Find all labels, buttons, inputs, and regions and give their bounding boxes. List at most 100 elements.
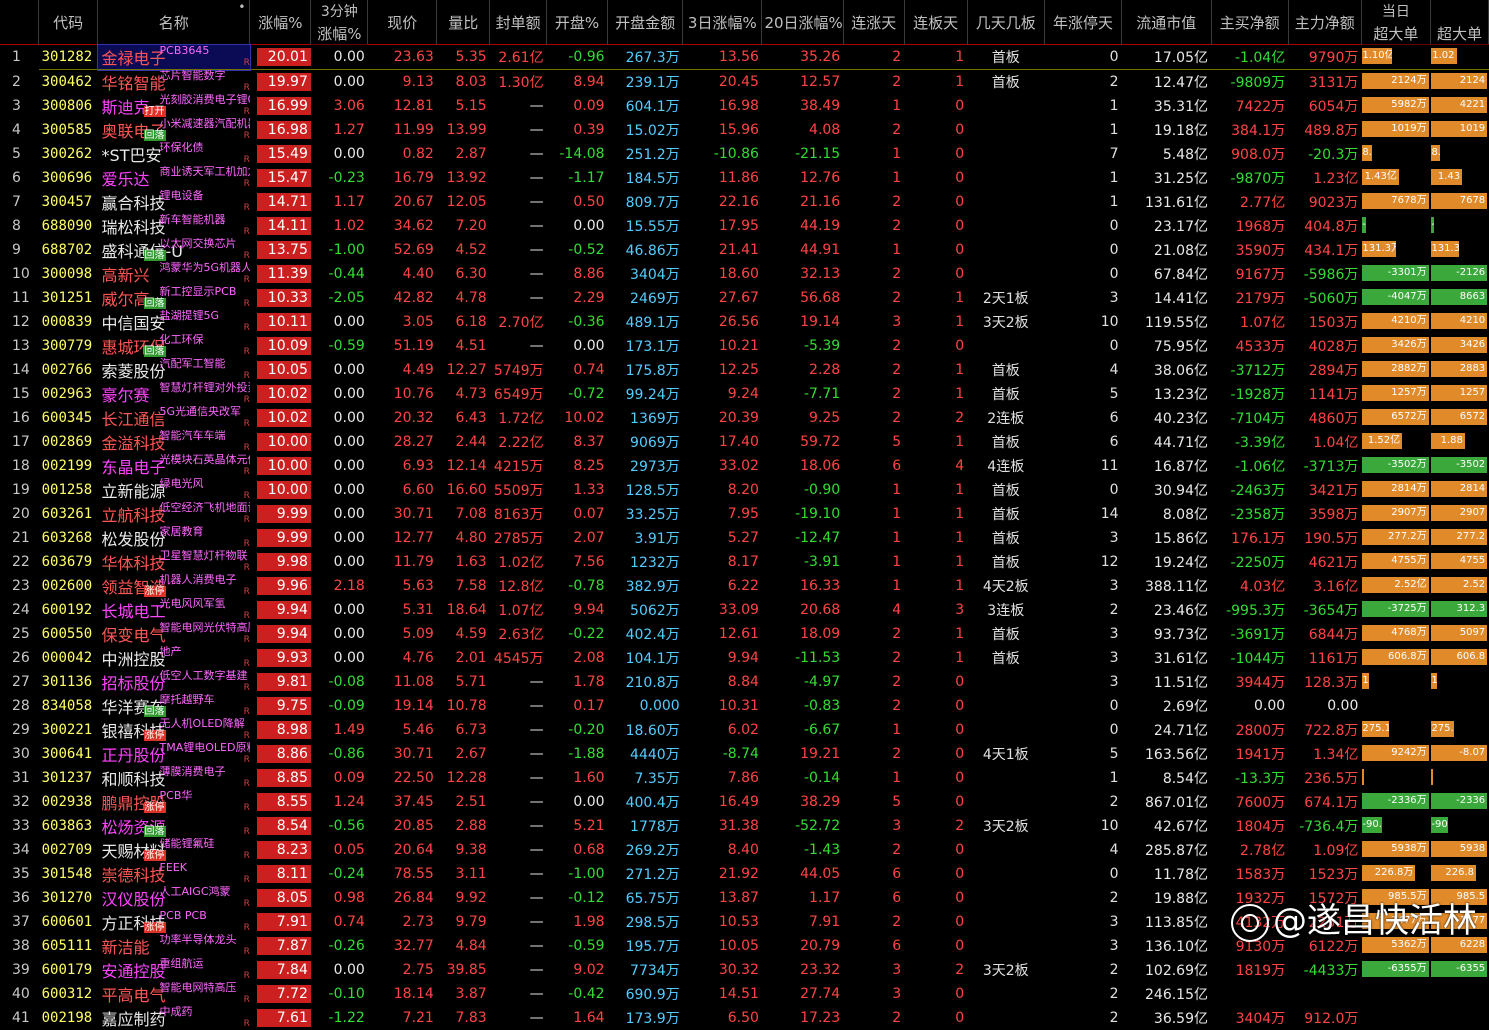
- days-boards[interactable]: 首板: [967, 502, 1044, 526]
- open-pct[interactable]: 2.29: [547, 286, 608, 310]
- volume-ratio[interactable]: 3.87: [437, 982, 490, 1006]
- price[interactable]: 42.82: [368, 286, 437, 310]
- limit-days[interactable]: 3: [904, 598, 967, 622]
- limit-days[interactable]: 0: [904, 190, 967, 214]
- big-order-2[interactable]: 5938: [1430, 838, 1488, 862]
- stock-name[interactable]: 华铭智能芯片智能数字R: [98, 70, 250, 95]
- up-days[interactable]: 5: [843, 430, 904, 454]
- float-cap[interactable]: 40.23亿: [1122, 406, 1211, 430]
- main-net-buy[interactable]: -995.3万: [1211, 598, 1288, 622]
- price[interactable]: 34.62: [368, 214, 437, 238]
- open-pct[interactable]: -0.22: [547, 622, 608, 646]
- change-20day[interactable]: 38.29: [762, 790, 843, 814]
- limit-days[interactable]: 2: [904, 406, 967, 430]
- main-net-buy[interactable]: 2.77亿: [1211, 190, 1288, 214]
- row-index[interactable]: 20: [0, 502, 39, 526]
- volume-ratio[interactable]: 2.67: [437, 742, 490, 766]
- big-order[interactable]: 2907万: [1361, 502, 1430, 526]
- year-limit-days[interactable]: 2: [1044, 982, 1121, 1006]
- open-amount[interactable]: 489.1万: [608, 310, 683, 334]
- col-open-pct[interactable]: 开盘%: [547, 0, 608, 45]
- year-limit-days[interactable]: 2: [1044, 1006, 1121, 1030]
- table-row[interactable]: 24600192长城电工光电风风军氢R9.940.005.3118.641.07…: [0, 598, 1489, 622]
- price[interactable]: 26.84: [368, 886, 437, 910]
- limit-days[interactable]: 0: [904, 838, 967, 862]
- price[interactable]: 5.46: [368, 718, 437, 742]
- big-order[interactable]: 1.10亿: [1361, 45, 1430, 70]
- big-order-2[interactable]: 4210: [1430, 310, 1488, 334]
- open-amount[interactable]: 269.2万: [608, 838, 683, 862]
- open-pct[interactable]: 8.25: [547, 454, 608, 478]
- change-pct[interactable]: 16.98: [250, 118, 311, 142]
- change-pct[interactable]: 14.71: [250, 190, 311, 214]
- year-limit-days[interactable]: 0: [1044, 238, 1121, 262]
- row-index[interactable]: 36: [0, 886, 39, 910]
- up-days[interactable]: 2: [843, 622, 904, 646]
- seal-amount[interactable]: 4215万: [490, 454, 547, 478]
- limit-days[interactable]: 1: [904, 478, 967, 502]
- limit-days[interactable]: 0: [904, 142, 967, 166]
- volume-ratio[interactable]: 9.92: [437, 886, 490, 910]
- main-net-buy[interactable]: 384.1万: [1211, 118, 1288, 142]
- price[interactable]: 20.85: [368, 814, 437, 838]
- row-index[interactable]: 5: [0, 142, 39, 166]
- up-days[interactable]: 2: [843, 670, 904, 694]
- stock-code[interactable]: 603268: [39, 526, 98, 550]
- main-net[interactable]: 1.09亿: [1288, 838, 1361, 862]
- up-days[interactable]: 5: [843, 790, 904, 814]
- open-pct[interactable]: 2.07: [547, 526, 608, 550]
- change-3min[interactable]: -0.10: [311, 982, 368, 1006]
- year-limit-days[interactable]: 11: [1044, 454, 1121, 478]
- main-net-buy[interactable]: -3712万: [1211, 358, 1288, 382]
- volume-ratio[interactable]: 12.28: [437, 766, 490, 790]
- stock-name[interactable]: 立新能源绿电光风R: [98, 478, 250, 502]
- change-3min[interactable]: 1.49: [311, 718, 368, 742]
- change-pct[interactable]: 9.75: [250, 694, 311, 718]
- change-pct[interactable]: 10.05: [250, 358, 311, 382]
- up-days[interactable]: 6: [843, 934, 904, 958]
- big-order-2[interactable]: 8663: [1430, 286, 1488, 310]
- change-3min[interactable]: 0.00: [311, 454, 368, 478]
- seal-amount[interactable]: 2.63亿: [490, 622, 547, 646]
- change-3min[interactable]: 1.17: [311, 190, 368, 214]
- seal-amount[interactable]: —: [490, 742, 547, 766]
- change-3day[interactable]: 6.02: [683, 718, 762, 742]
- change-3day[interactable]: 8.17: [683, 550, 762, 574]
- main-net-buy[interactable]: -13.3万: [1211, 766, 1288, 790]
- stock-code[interactable]: 000042: [39, 646, 98, 670]
- row-index[interactable]: 3: [0, 94, 39, 118]
- stock-name[interactable]: 爱乐达商业诱天军工机加龙头R: [98, 166, 250, 190]
- main-net-buy[interactable]: 908.0万: [1211, 142, 1288, 166]
- limit-days[interactable]: 0: [904, 742, 967, 766]
- open-pct[interactable]: -0.20: [547, 718, 608, 742]
- main-net-buy[interactable]: -3691万: [1211, 622, 1288, 646]
- volume-ratio[interactable]: 18.64: [437, 598, 490, 622]
- table-row[interactable]: 34002709天赐材料储能锂氟硅涨停R8.230.0520.649.38—0.…: [0, 838, 1489, 862]
- main-net-buy[interactable]: -2358万: [1211, 502, 1288, 526]
- float-cap[interactable]: 285.87亿: [1122, 838, 1211, 862]
- change-3min[interactable]: 0.05: [311, 838, 368, 862]
- volume-ratio[interactable]: 2.01: [437, 646, 490, 670]
- big-order[interactable]: 4755万: [1361, 550, 1430, 574]
- change-3day[interactable]: 9.24: [683, 382, 762, 406]
- main-net-buy[interactable]: -2250万: [1211, 550, 1288, 574]
- change-3min[interactable]: 0.00: [311, 310, 368, 334]
- open-amount[interactable]: 184.5万: [608, 166, 683, 190]
- row-index[interactable]: 26: [0, 646, 39, 670]
- change-20day[interactable]: 16.33: [762, 574, 843, 598]
- main-net[interactable]: 6054万: [1288, 94, 1361, 118]
- main-net-buy[interactable]: -1928万: [1211, 382, 1288, 406]
- up-days[interactable]: 1: [843, 766, 904, 790]
- year-limit-days[interactable]: 4: [1044, 358, 1121, 382]
- row-index[interactable]: 11: [0, 286, 39, 310]
- stock-code[interactable]: 002938: [39, 790, 98, 814]
- change-pct[interactable]: 8.54: [250, 814, 311, 838]
- open-pct[interactable]: 0.50: [547, 190, 608, 214]
- change-3day[interactable]: 33.02: [683, 454, 762, 478]
- big-order[interactable]: 9242万: [1361, 742, 1430, 766]
- big-order[interactable]: [1361, 1006, 1430, 1030]
- change-20day[interactable]: -12.47: [762, 526, 843, 550]
- year-limit-days[interactable]: 2: [1044, 790, 1121, 814]
- open-pct[interactable]: 0.74: [547, 358, 608, 382]
- stock-code[interactable]: 301282: [39, 45, 98, 70]
